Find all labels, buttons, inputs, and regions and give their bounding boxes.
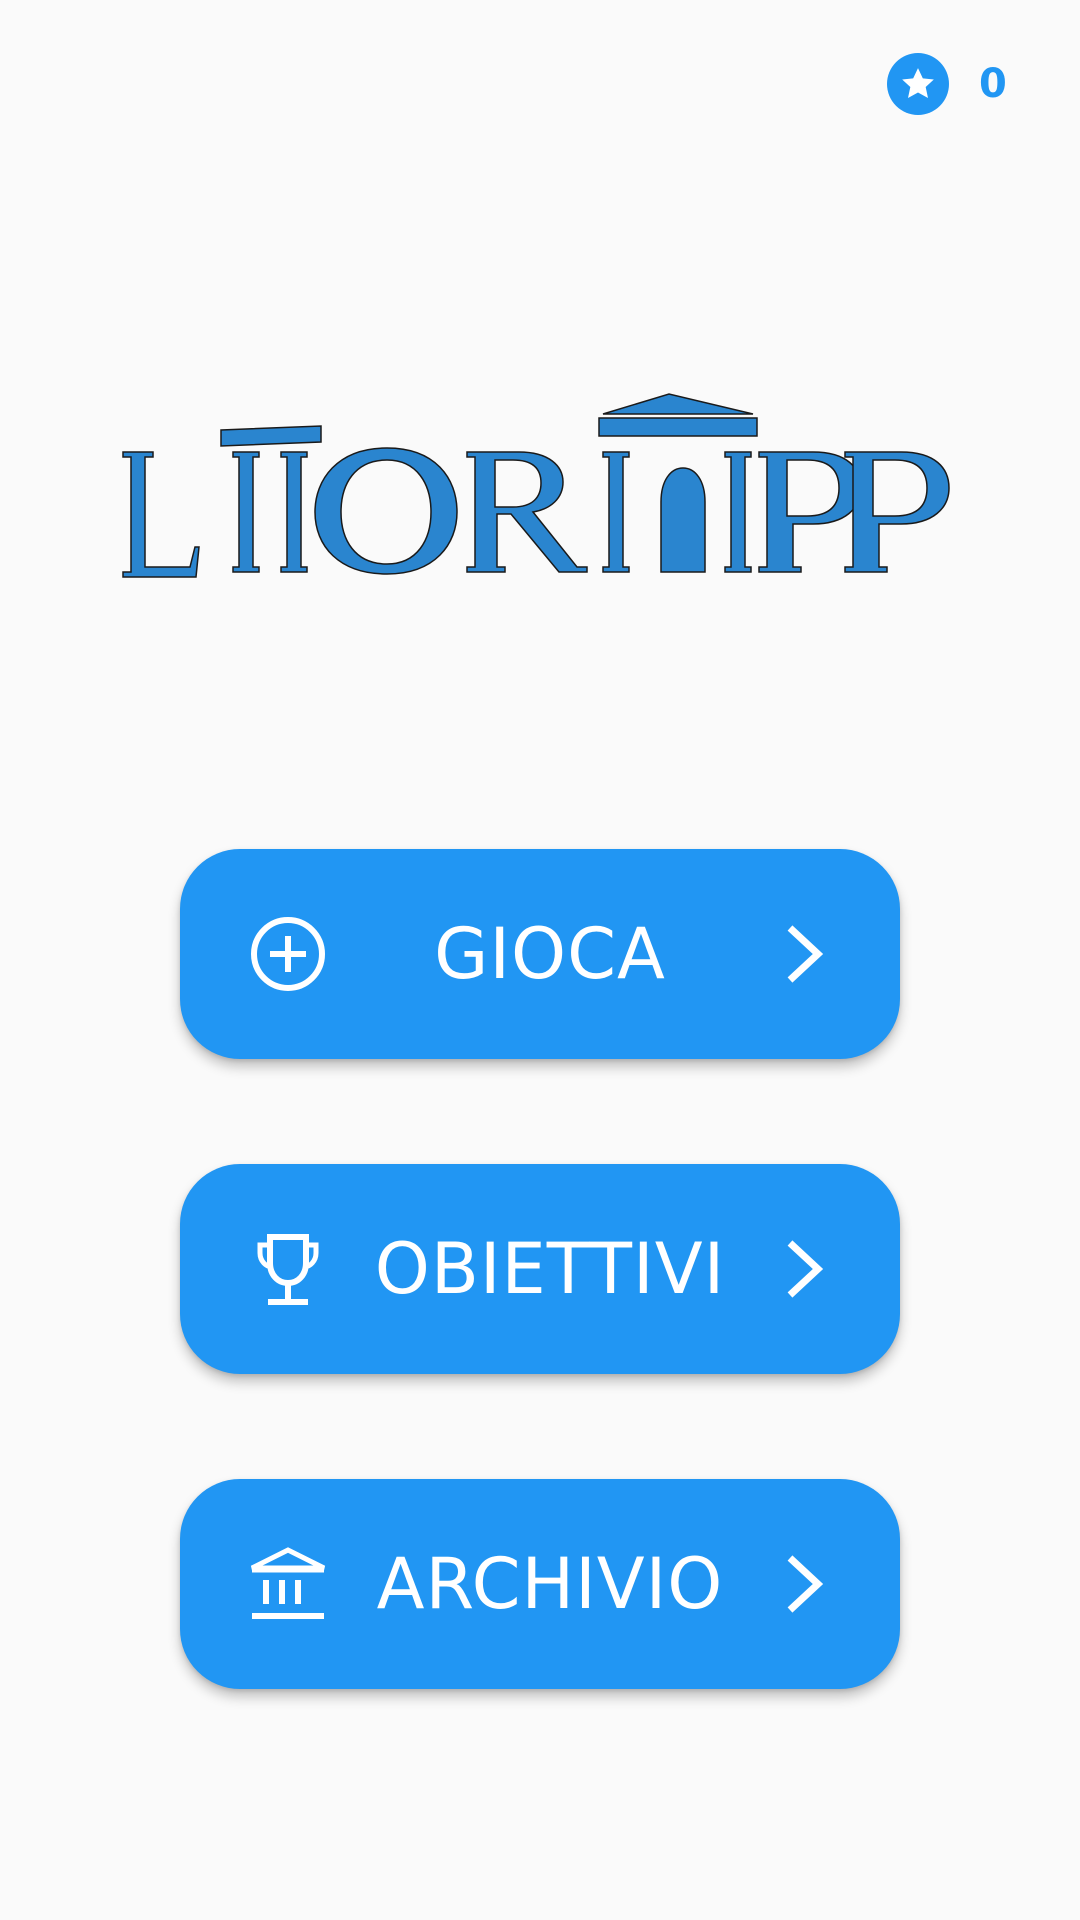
museum-icon [248,1544,328,1624]
chevron-right-icon [780,1239,830,1299]
score-value: 0 [979,61,1007,107]
archive-button-label: ARCHIVIO [376,1543,724,1625]
home-screen: 0 GIOCA OBIETTIVI ARCHIVIO [0,0,1080,1920]
chevron-right-icon [780,924,830,984]
add-circle-icon [248,914,328,994]
chevron-right-icon [780,1554,830,1614]
play-button-label: GIOCA [434,913,666,995]
play-button[interactable]: GIOCA [180,849,900,1059]
goals-button-label: OBIETTIVI [374,1228,726,1310]
score-indicator: 0 [887,53,1007,115]
trophy-icon [248,1229,328,1309]
app-logo [115,390,965,590]
goals-button[interactable]: OBIETTIVI [180,1164,900,1374]
star-icon [887,53,949,115]
archive-button[interactable]: ARCHIVIO [180,1479,900,1689]
